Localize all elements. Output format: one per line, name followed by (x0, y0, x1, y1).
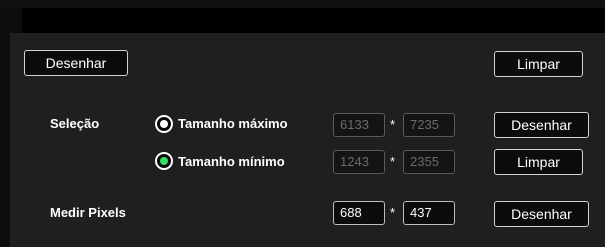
measure-width-input[interactable]: 688 (333, 201, 385, 225)
measure-separator: * (390, 205, 396, 220)
clear-button[interactable]: Limpar (494, 51, 583, 77)
radio-min-size-dot (160, 157, 168, 165)
radio-max-size[interactable] (155, 115, 173, 133)
draw-area-settings: Desenhar Limpar Seleção Tamanho máximo 6… (0, 0, 605, 247)
measure-draw-button[interactable]: Desenhar (494, 201, 589, 227)
max-width-input[interactable]: 6133 (333, 113, 385, 137)
min-size-clear-button[interactable]: Limpar (494, 149, 583, 175)
selection-label: Seleção (50, 116, 100, 131)
top-strip (0, 0, 605, 8)
radio-min-size[interactable] (155, 152, 173, 170)
draw-button[interactable]: Desenhar (24, 50, 128, 76)
measure-height-input[interactable]: 437 (403, 201, 455, 225)
min-size-label: Tamanho mínimo (178, 154, 285, 169)
video-preview-area (22, 8, 605, 33)
settings-panel: Desenhar Limpar Seleção Tamanho máximo 6… (10, 33, 605, 247)
max-size-draw-button[interactable]: Desenhar (494, 112, 589, 138)
max-size-separator: * (390, 117, 396, 132)
max-size-label: Tamanho máximo (178, 116, 288, 131)
min-size-separator: * (390, 154, 396, 169)
max-height-input[interactable]: 7235 (403, 113, 455, 137)
min-width-input[interactable]: 1243 (333, 150, 385, 174)
radio-max-size-dot (160, 120, 168, 128)
measure-pixels-label: Medir Pixels (50, 205, 126, 220)
min-height-input[interactable]: 2355 (403, 150, 455, 174)
